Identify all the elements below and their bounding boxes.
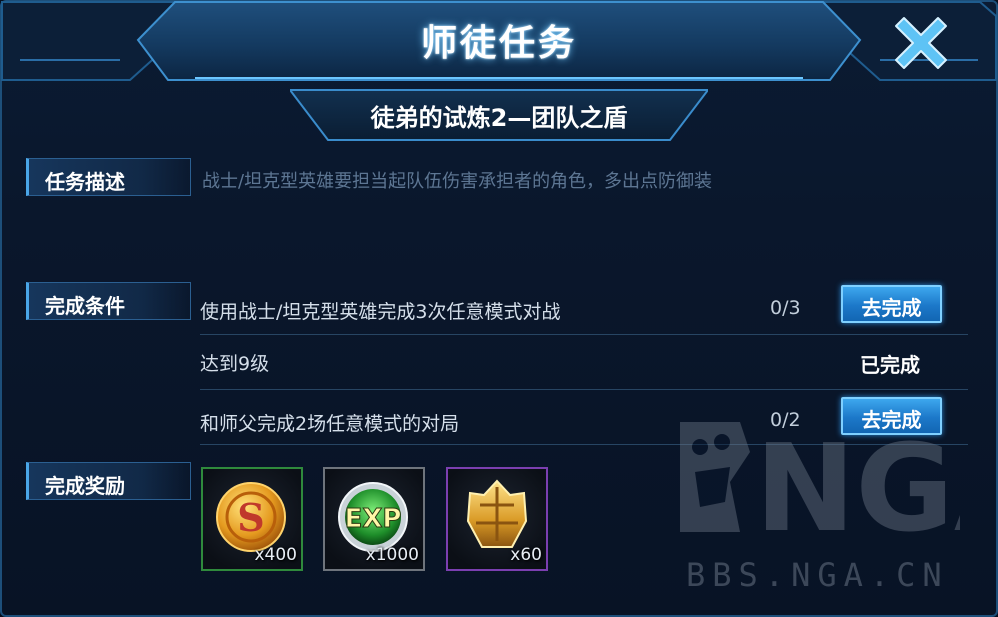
condition-row: 使用战士/坦克型英雄完成3次任意模式对战 0/3 去完成 bbox=[200, 284, 968, 340]
description-label: 任务描述 bbox=[26, 158, 191, 196]
reward-count: x400 bbox=[254, 545, 297, 565]
reward-count: x1000 bbox=[365, 545, 419, 565]
reward-item-gold[interactable]: S x400 bbox=[201, 467, 303, 571]
condition-row: 达到9级 已完成 bbox=[200, 336, 968, 392]
conditions-label: 完成条件 bbox=[26, 282, 191, 320]
condition-text: 达到9级 bbox=[200, 353, 270, 375]
condition-status: 已完成 bbox=[860, 353, 920, 377]
condition-text: 和师父完成2场任意模式的对局 bbox=[200, 413, 460, 435]
go-complete-button[interactable]: 去完成 bbox=[841, 285, 942, 323]
dialog-header: 师徒任务 bbox=[0, 0, 998, 86]
dialog-title: 师徒任务 bbox=[420, 23, 577, 64]
nga-watermark-logo: NGA bbox=[680, 420, 960, 542]
reward-item-fragment[interactable]: x60 bbox=[446, 467, 548, 571]
divider bbox=[200, 334, 968, 335]
task-description: 战士/坦克型英雄要担当起队伍伤害承担者的角色，多出点防御装 bbox=[202, 171, 713, 192]
close-x-icon bbox=[895, 17, 947, 69]
reward-count: x60 bbox=[510, 545, 542, 565]
close-button[interactable] bbox=[886, 8, 956, 78]
condition-progress: 0/3 bbox=[770, 297, 801, 319]
watermark-logo-text: NGA bbox=[755, 420, 960, 542]
task-name-banner: 徒弟的试炼2—团队之盾 bbox=[290, 88, 708, 144]
condition-text: 使用战士/坦克型英雄完成3次任意模式对战 bbox=[200, 301, 561, 323]
svg-text:S: S bbox=[237, 495, 264, 540]
reward-item-exp[interactable]: EXP x1000 bbox=[323, 467, 425, 571]
task-subtitle: 徒弟的试炼2—团队之盾 bbox=[370, 104, 628, 132]
watermark-url: BBS.NGA.CN bbox=[686, 556, 949, 594]
divider bbox=[200, 389, 968, 390]
rewards-label: 完成奖励 bbox=[26, 462, 191, 500]
svg-text:EXP: EXP bbox=[345, 504, 402, 534]
